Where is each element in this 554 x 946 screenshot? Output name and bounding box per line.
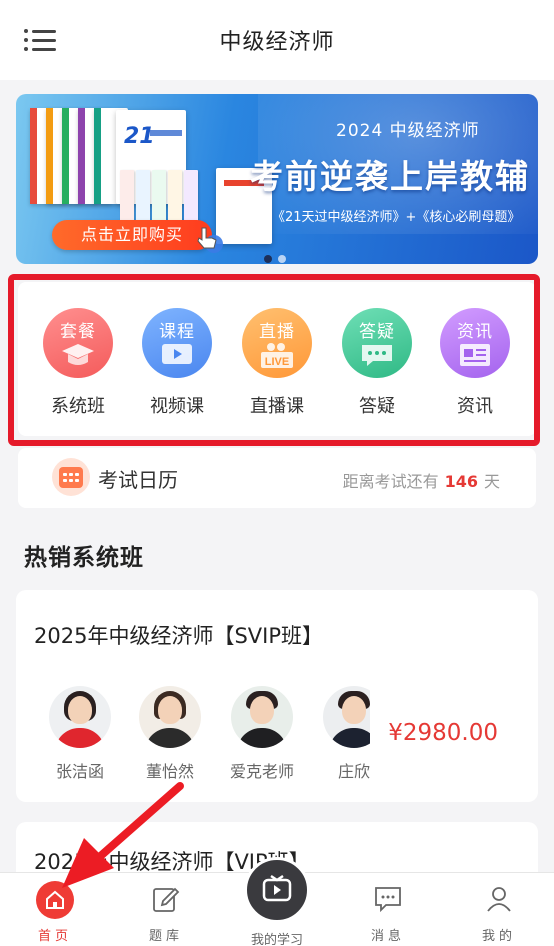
top-bar: 中级经济师: [0, 0, 554, 80]
course-title: 2025年中级经济师【SVIP班】: [34, 624, 323, 648]
page-title: 中级经济师: [219, 30, 335, 55]
avatar: [139, 686, 201, 748]
section-title: 热销系统班: [24, 545, 144, 571]
tab-messages[interactable]: 消息: [333, 873, 443, 946]
teacher-list: 张洁函 董怡然 爱克老师 庄欣: [34, 686, 370, 786]
countdown-days: 146: [444, 472, 478, 491]
teacher-item: 庄欣: [308, 686, 370, 782]
pager-dot-active: [264, 255, 272, 263]
banner-headline: 考前逆袭上岸教辅: [250, 157, 530, 196]
pointing-hand-icon: [197, 227, 223, 253]
message-icon: [375, 887, 401, 913]
calendar-icon: [52, 458, 90, 496]
buy-now-button[interactable]: 点击立即购买: [52, 220, 212, 250]
tab-question-bank[interactable]: 题库: [111, 873, 221, 946]
avatar: [231, 686, 293, 748]
countdown-suffix: 天: [483, 472, 500, 491]
banner-subline: 《21天过中级经济师》+《核心必刷母题》: [272, 210, 521, 225]
exam-countdown: 距离考试还有 146 天: [343, 468, 500, 492]
teacher-item: 爱克老师: [216, 686, 308, 782]
pager-dot: [278, 255, 286, 263]
teacher-item: 董怡然: [124, 686, 216, 782]
home-icon: [36, 881, 74, 919]
banner-pager: [264, 248, 292, 264]
avatar: [49, 686, 111, 748]
edit-icon: [153, 887, 180, 912]
teacher-item: 张洁函: [34, 686, 126, 782]
exam-calendar-card[interactable]: 考试日历 距离考试还有 146 天: [18, 448, 536, 508]
bottom-tab-bar: 首页 题库 我的学习 消息 我的: [0, 857, 554, 946]
tab-my-study-label[interactable]: 我的学习: [222, 929, 332, 946]
tab-profile[interactable]: 我的: [444, 873, 554, 946]
calendar-title: 考试日历: [98, 468, 178, 492]
banner-year: 2024 中级经济师: [336, 121, 480, 141]
highlight-annotation-box: [8, 274, 540, 446]
course-price: ¥2980.00: [388, 720, 498, 746]
countdown-prefix: 距离考试还有: [342, 472, 439, 491]
tab-home[interactable]: 首页: [0, 873, 110, 946]
user-icon: [487, 887, 511, 912]
tv-play-icon[interactable]: [244, 857, 310, 923]
avatar: [323, 686, 370, 748]
course-card[interactable]: 2025年中级经济师【SVIP班】 张洁函 董怡然 爱克老师 庄欣 ¥2980.…: [16, 590, 538, 802]
promo-banner[interactable]: 21 2024 中级经济师 考前逆袭上岸教辅 《21天过中级经济师》+《核心必刷…: [16, 94, 538, 264]
